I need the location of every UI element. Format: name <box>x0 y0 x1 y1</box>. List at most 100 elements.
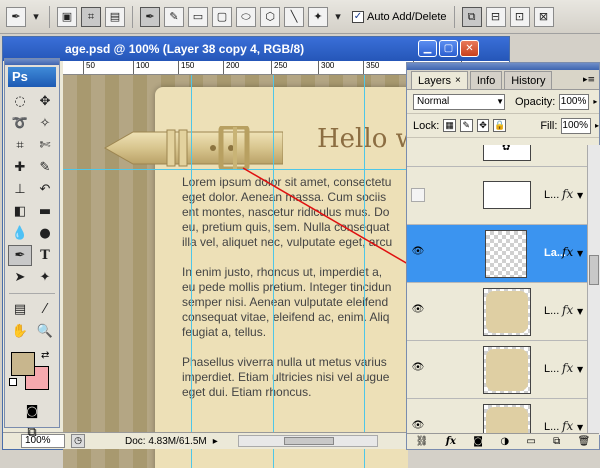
polygon-icon[interactable]: ⬡ <box>260 6 280 27</box>
eraser-tool-icon[interactable]: ◧ <box>8 201 32 222</box>
auto-add-delete-checkbox[interactable]: ✓ <box>352 10 364 23</box>
layer-row[interactable]: 👁 L... fx ▼ <box>407 399 587 435</box>
swap-colors-icon[interactable]: ⇄ <box>41 350 49 361</box>
lock-transparency-icon[interactable]: ▦ <box>443 119 456 132</box>
lock-image-icon[interactable]: ✎ <box>459 119 473 132</box>
toolbox-title-bar[interactable] <box>5 59 59 65</box>
horizontal-scrollbar[interactable] <box>237 435 378 447</box>
opacity-input[interactable]: 100% <box>559 93 590 110</box>
chevron-down-icon[interactable]: ▼ <box>577 423 583 432</box>
minimize-button[interactable]: ▁ <box>418 40 437 57</box>
lasso-tool-icon[interactable]: ➰ <box>8 113 32 134</box>
slice-tool-icon[interactable]: ✄ <box>33 135 57 156</box>
eyedropper-tool-icon[interactable]: ⁄ <box>33 299 57 320</box>
path-selection-tool-icon[interactable]: ➤ <box>8 267 32 288</box>
link-icon[interactable]: ⛓ <box>416 436 429 447</box>
marquee-tool-icon[interactable]: ◌ <box>8 91 32 112</box>
clone-stamp-tool-icon[interactable]: ⊥ <box>8 179 32 200</box>
dodge-tool-icon[interactable]: ● <box>33 223 57 244</box>
chevron-down-icon[interactable]: ▼ <box>577 249 583 258</box>
fx-icon[interactable]: fx <box>446 436 456 447</box>
fill-pixels-icon[interactable]: ▤ <box>105 6 125 27</box>
shape-layers-icon[interactable]: ▣ <box>57 6 77 27</box>
eye-icon[interactable]: 👁 <box>411 362 425 376</box>
panel-menu-icon[interactable]: ▸≡ <box>583 75 595 85</box>
eye-icon[interactable]: 👁 <box>411 246 425 260</box>
opacity-slider-icon[interactable]: ▸ <box>593 97 597 106</box>
scrollbar-thumb[interactable] <box>283 437 334 445</box>
exclude-path-icon[interactable]: ⊠ <box>533 6 554 27</box>
healing-brush-tool-icon[interactable]: ✚ <box>8 157 32 178</box>
maximize-button[interactable]: ▢ <box>439 40 458 57</box>
layer-row[interactable]: 👁 L... fx ▼ <box>407 283 587 341</box>
layer-row[interactable]: ✿ <box>407 145 587 167</box>
status-menu-icon[interactable]: ◷ <box>71 434 85 448</box>
visibility-toggle[interactable] <box>411 188 425 202</box>
layer-row-selected[interactable]: 👁 La... fx ▼ <box>407 225 587 283</box>
custom-shape-tool-icon[interactable]: ✦ <box>33 267 57 288</box>
chevron-down-icon[interactable]: ▼ <box>577 365 583 374</box>
tab-info[interactable]: Info <box>469 71 503 89</box>
rounded-rectangle-icon[interactable]: ▢ <box>212 6 232 27</box>
freeform-pen-icon[interactable]: ✎ <box>164 6 184 27</box>
brush-tool-icon[interactable]: ✎ <box>33 157 57 178</box>
layer-row[interactable]: L... fx ▼ <box>407 167 587 225</box>
chevron-down-icon[interactable]: ▼ <box>577 307 583 316</box>
zoom-tool-icon[interactable]: 🔍 <box>33 321 57 342</box>
document-title-bar[interactable]: age.psd @ 100% (Layer 38 copy 4, RGB/8) … <box>3 37 509 61</box>
lock-all-icon[interactable]: 🔒 <box>493 119 507 132</box>
panel-title-bar[interactable] <box>407 63 599 70</box>
canvas[interactable]: Hello w Lorem ipsum dolor sit amet, cons… <box>63 75 408 468</box>
tab-layers[interactable]: Layers × <box>411 71 468 89</box>
ps-logo[interactable]: Ps <box>8 67 56 87</box>
folder-icon[interactable]: ▭ <box>526 436 535 447</box>
fx-icon[interactable]: fx <box>562 419 573 433</box>
scrollbar-thumb[interactable] <box>589 255 599 285</box>
new-layer-icon[interactable]: ⧉ <box>553 436 560 447</box>
add-to-path-icon[interactable]: ⧉ <box>461 6 482 27</box>
dropdown-arrow-icon[interactable]: ▾ <box>30 7 42 27</box>
blend-mode-select[interactable]: Normal ▼ <box>413 93 505 110</box>
fx-icon[interactable]: fx <box>562 245 573 259</box>
default-colors-icon[interactable] <box>9 378 17 386</box>
eye-icon[interactable]: 👁 <box>411 304 425 318</box>
fill-input[interactable]: 100% <box>561 117 591 134</box>
type-tool-icon[interactable]: T <box>33 245 57 266</box>
pen-tool-preset-icon[interactable]: ✒ <box>6 6 26 27</box>
pen-icon[interactable]: ✒ <box>140 6 160 27</box>
subtract-path-icon[interactable]: ⊟ <box>485 6 506 27</box>
rectangle-icon[interactable]: ▭ <box>188 6 208 27</box>
line-icon[interactable]: ╲ <box>284 6 304 27</box>
blur-tool-icon[interactable]: 💧 <box>8 223 32 244</box>
fx-icon[interactable]: fx <box>562 303 573 317</box>
tab-history[interactable]: History <box>504 71 553 89</box>
chevron-down-icon[interactable]: ▼ <box>577 191 583 200</box>
magic-wand-tool-icon[interactable]: ✧ <box>33 113 57 134</box>
foreground-color-swatch[interactable] <box>11 352 35 376</box>
close-icon[interactable]: × <box>455 75 461 86</box>
trash-icon[interactable]: 🗑 <box>578 436 591 447</box>
hand-tool-icon[interactable]: ✋ <box>8 321 32 342</box>
fx-icon[interactable]: fx <box>562 187 573 201</box>
custom-shape-icon[interactable]: ✦ <box>308 6 328 27</box>
auto-add-delete-option[interactable]: ✓ Auto Add/Delete <box>352 10 447 23</box>
paths-icon[interactable]: ⌗ <box>81 6 101 27</box>
ellipse-icon[interactable]: ⬭ <box>236 6 256 27</box>
intersect-path-icon[interactable]: ⊡ <box>509 6 530 27</box>
close-button[interactable]: ✕ <box>460 40 479 57</box>
pen-tool-icon[interactable]: ✒ <box>8 245 32 266</box>
adjustment-icon[interactable]: ◑ <box>500 436 509 447</box>
fill-slider-icon[interactable]: ▸ <box>595 121 599 130</box>
lock-position-icon[interactable]: ✥ <box>476 119 490 132</box>
quick-mask-icon[interactable]: ◙ <box>8 402 56 420</box>
history-brush-tool-icon[interactable]: ↶ <box>33 179 57 200</box>
screen-mode-icon[interactable]: ⧉ <box>8 423 56 441</box>
fx-icon[interactable]: fx <box>562 361 573 375</box>
mask-icon[interactable]: ◙ <box>473 436 483 447</box>
layer-row[interactable]: 👁 L... fx ▼ <box>407 341 587 399</box>
move-tool-icon[interactable]: ✥ <box>33 91 57 112</box>
dropdown-arrow-icon[interactable]: ▾ <box>332 7 344 27</box>
gradient-tool-icon[interactable]: ▬ <box>33 201 57 222</box>
notes-tool-icon[interactable]: ▤ <box>8 299 32 320</box>
crop-tool-icon[interactable]: ⌗ <box>8 135 32 156</box>
